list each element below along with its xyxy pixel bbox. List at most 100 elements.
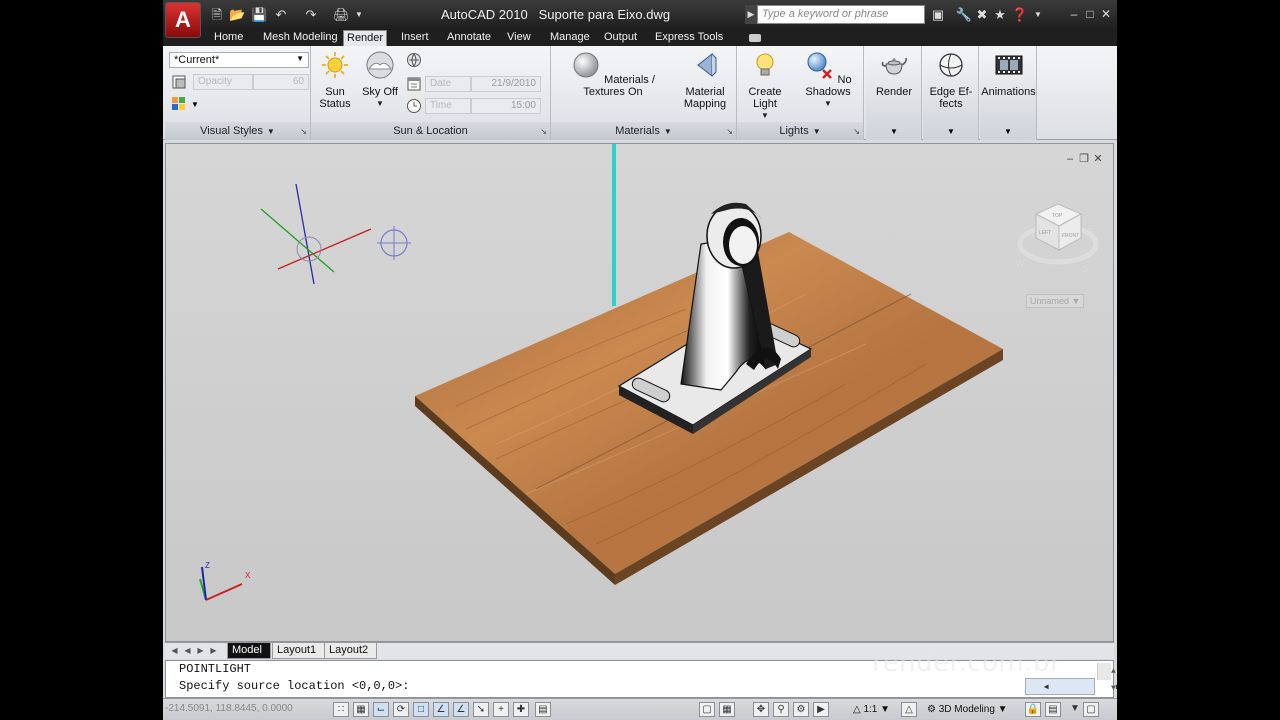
create-light-button[interactable]: Create Light ▼	[741, 50, 789, 122]
pan-icon[interactable]: ✥	[753, 702, 769, 717]
prev-layout-icon[interactable]: ◀	[182, 645, 193, 657]
showmotion-icon[interactable]: ▶	[813, 702, 829, 717]
tab-annotate[interactable]: Annotate	[444, 30, 494, 46]
open-file-icon[interactable]: 📂	[229, 7, 245, 23]
command-horizontal-scrollbar[interactable]: ◀ ▶	[1025, 678, 1117, 695]
materials-textures-button[interactable]: Materials / Textures On	[557, 50, 669, 98]
snap-mode-icon[interactable]: ∷	[333, 702, 349, 717]
hardware-acceleration-icon[interactable]: ▤	[1045, 702, 1061, 717]
command-scrollbar[interactable]: ▲ ▼	[1097, 663, 1116, 693]
next-layout-icon[interactable]: ▶	[195, 645, 206, 657]
quick-access-dropdown-icon[interactable]: ▼	[351, 7, 367, 23]
layout-tab-model[interactable]: Model	[227, 643, 271, 659]
materials-title[interactable]: Materials ▼	[551, 122, 736, 140]
time-slider[interactable]: 15:00	[471, 98, 541, 114]
minimize-ribbon-icon[interactable]	[749, 34, 761, 42]
point-light-glyph[interactable]	[260, 183, 372, 285]
chevron-down-icon[interactable]: ▼	[191, 100, 199, 109]
light-glyph-line[interactable]	[612, 144, 616, 306]
opacity-value[interactable]: 60	[253, 74, 309, 90]
minimize-icon[interactable]: –	[1067, 6, 1081, 22]
panel-launcher-icon[interactable]: ↘	[853, 127, 860, 136]
visual-style-combo[interactable]: *Current* ▼	[169, 52, 309, 68]
binoculars-search-icon[interactable]: ▣	[929, 6, 947, 24]
zoom-icon[interactable]: ⚲	[773, 702, 789, 717]
chevron-down-icon[interactable]: ▼	[1004, 127, 1012, 136]
ucs-menu[interactable]: Unnamed ▼	[1026, 294, 1085, 308]
viewport-minimize-icon[interactable]: –	[1063, 153, 1077, 165]
save-icon[interactable]: 💾	[251, 7, 267, 23]
search-expand-icon[interactable]: ▶	[745, 5, 757, 24]
command-prompt[interactable]: Specify source location <0,0,0>:	[166, 678, 1113, 695]
status-menu-icon[interactable]: ▼	[1067, 702, 1083, 717]
favorites-star-icon[interactable]: ★	[991, 6, 1009, 24]
communication-center-icon[interactable]: ✖	[973, 6, 991, 24]
polar-tracking-icon[interactable]: ⟳	[393, 702, 409, 717]
sun-location-title[interactable]: Sun & Location	[311, 122, 550, 140]
tab-insert[interactable]: Insert	[398, 30, 432, 46]
close-icon[interactable]: ✕	[1099, 6, 1113, 22]
last-layout-icon[interactable]: ▶	[208, 645, 219, 657]
redo-icon[interactable]: ↷	[303, 7, 319, 23]
location-globe-icon[interactable]	[406, 52, 422, 68]
dynamic-ucs-icon[interactable]: ➘	[473, 702, 489, 717]
scene-canvas[interactable]: TOP FRONT LEFT W E S X Z	[166, 144, 1114, 642]
tab-manage[interactable]: Manage	[547, 30, 593, 46]
grid-display-icon[interactable]: ▦	[353, 702, 369, 717]
toolbar-lock-icon[interactable]: 🔒	[1025, 702, 1041, 717]
model-viewport[interactable]: TOP FRONT LEFT W E S X Z – ❐ ✕ Unnamed ▼	[165, 143, 1114, 642]
tab-output[interactable]: Output	[601, 30, 640, 46]
3d-object-snap-icon[interactable]: ∠	[433, 702, 449, 717]
sun-status-button[interactable]: Sun Status	[315, 50, 355, 110]
edge-effects-button[interactable]: Edge Ef- fects	[923, 50, 979, 110]
object-snap-tracking-icon[interactable]: ∠	[453, 702, 469, 717]
no-shadows-button[interactable]: No Shadows ▼	[795, 50, 861, 110]
sky-off-button[interactable]: Sky Off ▼	[359, 50, 401, 110]
new-file-icon[interactable]: 🗎	[209, 7, 225, 23]
render-button[interactable]: Render	[866, 50, 922, 98]
quick-view-layouts-icon[interactable]: ▦	[719, 702, 735, 717]
search-input[interactable]: Type a keyword or phrase	[757, 5, 925, 24]
material-mapping-button[interactable]: Material Mapping	[675, 50, 735, 110]
help-dropdown-icon[interactable]: ▼	[1029, 6, 1047, 24]
clean-screen-icon[interactable]: ▢	[1083, 702, 1099, 717]
visual-styles-title[interactable]: Visual Styles ▼	[165, 122, 310, 140]
panel-launcher-icon[interactable]: ↘	[300, 127, 307, 136]
tab-mesh-modeling[interactable]: Mesh Modeling	[260, 30, 341, 46]
application-menu-button[interactable]: A	[165, 2, 201, 38]
restore-icon[interactable]: □	[1083, 6, 1097, 22]
tab-render[interactable]: Render	[343, 30, 388, 46]
viewport-restore-icon[interactable]: ❐	[1077, 152, 1091, 165]
tab-home[interactable]: Home	[211, 30, 246, 46]
tab-express-tools[interactable]: Express Tools	[652, 30, 726, 46]
viewcube[interactable]: TOP FRONT LEFT W E S	[1015, 203, 1099, 275]
layout-tab-layout2[interactable]: Layout2	[324, 643, 378, 659]
panel-launcher-icon[interactable]: ↘	[540, 127, 547, 136]
dynamic-input-icon[interactable]: +	[493, 702, 509, 717]
workspace-switching[interactable]: ⚙ 3D Modeling ▼	[927, 701, 1008, 718]
opacity-icon[interactable]	[171, 74, 187, 90]
undo-icon[interactable]: ↶	[273, 7, 289, 23]
first-layout-icon[interactable]: ◀	[169, 645, 180, 657]
tab-view[interactable]: View	[504, 30, 534, 46]
lights-title[interactable]: Lights ▼	[737, 122, 863, 140]
chevron-down-icon[interactable]: ▼	[890, 127, 898, 136]
plot-icon[interactable]: 🖨	[333, 7, 350, 23]
ortho-mode-icon[interactable]: ⌙	[373, 702, 389, 717]
subscription-center-icon[interactable]: 🔧	[955, 6, 973, 24]
quick-properties-icon[interactable]: ▤	[535, 702, 551, 717]
animations-button[interactable]: Animations	[980, 50, 1037, 98]
help-icon[interactable]: ❓	[1011, 6, 1029, 24]
annotation-visibility-icon[interactable]: △	[901, 702, 917, 717]
model-space-icon[interactable]: ▢	[699, 702, 715, 717]
ucs-icon[interactable]: X Z	[199, 561, 251, 601]
annotation-scale[interactable]: △ 1:1 ▼	[853, 701, 890, 718]
steering-wheel-icon[interactable]: ⚙	[793, 702, 809, 717]
lineweight-icon[interactable]: ✚	[513, 702, 529, 717]
date-slider[interactable]: 21/9/2010	[471, 76, 541, 92]
viewport-close-icon[interactable]: ✕	[1091, 152, 1105, 165]
target-light-icon[interactable]	[377, 226, 411, 260]
object-snap-icon[interactable]: □	[413, 702, 429, 717]
coordinate-readout[interactable]: -214.5091, 118.8445, 0.0000	[165, 703, 293, 714]
face-color-icon[interactable]	[171, 96, 187, 112]
